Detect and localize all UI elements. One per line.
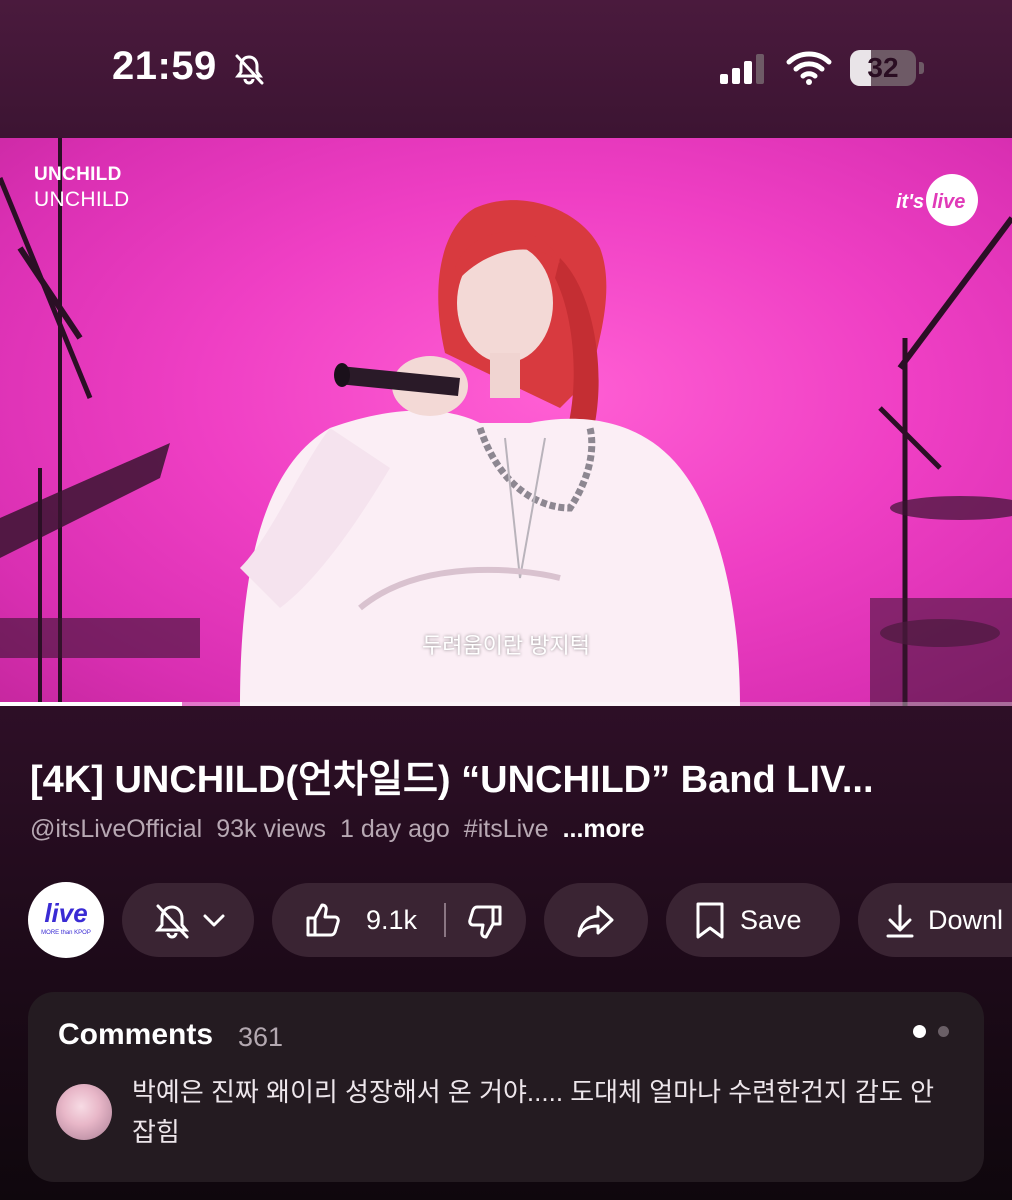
svg-text:live: live — [44, 898, 87, 928]
svg-text:it's: it's — [896, 191, 924, 213]
channel-avatar[interactable]: live MORE than KPOP — [28, 882, 104, 958]
video-progress-bar[interactable] — [0, 702, 1012, 706]
video-overlay-title: UNCHILD — [34, 188, 130, 211]
like-count: 9.1k — [366, 905, 418, 935]
bookmark-icon — [696, 902, 724, 939]
commenter-avatar[interactable] — [56, 1084, 112, 1140]
video-player[interactable]: UNCHILD UNCHILD it's live 두려움이란 방지턱 — [0, 138, 1012, 706]
video-overlay-title-bold: UNCHILD — [34, 164, 122, 185]
download-label: Downl — [928, 905, 1004, 935]
download-icon — [886, 904, 914, 938]
pager-dot — [938, 1026, 949, 1037]
status-bar: 21:59 32 — [0, 0, 1012, 138]
battery-percentage: 32 — [867, 52, 899, 83]
dislike-button[interactable] — [446, 883, 526, 957]
top-comment-text: 박예은 진짜 왜이리 성장해서 온 거야..... 도대체 얼마나 수련한건지 … — [132, 1077, 935, 1147]
channel-handle[interactable]: @itsLiveOfficial — [30, 815, 202, 843]
bell-off-icon — [154, 904, 190, 939]
view-count: 93k views — [216, 815, 326, 843]
notification-bell-button[interactable] — [122, 883, 254, 957]
upload-age: 1 day ago — [339, 815, 450, 843]
clock: 21:59 — [112, 44, 217, 88]
save-label: Save — [740, 905, 802, 935]
wifi-icon — [786, 51, 832, 85]
svg-text:live: live — [932, 191, 965, 213]
video-frame — [0, 138, 1012, 706]
save-button[interactable]: Save — [666, 883, 840, 957]
hashtag-link[interactable]: #itsLive — [464, 815, 549, 843]
video-subtitle: 두려움이란 방지턱 — [421, 633, 591, 658]
download-button[interactable]: Downl — [858, 883, 1012, 957]
battery-icon: 32 — [850, 50, 926, 86]
live-logo: live MORE than KPOP — [41, 898, 91, 936]
video-progress-fill — [0, 702, 183, 706]
pager-dot-active — [913, 1025, 926, 1038]
thumbs-up-icon — [306, 903, 340, 937]
like-button[interactable]: 9.1k — [272, 883, 444, 957]
chevron-down-icon — [203, 914, 225, 927]
share-icon — [577, 905, 614, 938]
thumbs-down-icon — [468, 905, 502, 939]
share-button[interactable] — [544, 883, 648, 957]
video-meta[interactable]: @itsLiveOfficial 93k views 1 day ago #itsLi… — [30, 815, 659, 844]
itslive-logo: it's live — [896, 174, 978, 226]
video-title[interactable]: [4K] UNCHILD(언차일드) “UNCHILD” Band LIV... — [30, 748, 990, 803]
comments-title: Comments — [58, 1018, 214, 1051]
signal-icon — [720, 54, 764, 84]
more-link[interactable]: ...more — [563, 815, 645, 843]
comments-panel[interactable]: Comments 361 박예은 진짜 왜이리 성장해서 온 거야..... 도… — [28, 992, 984, 1182]
comments-count: 361 — [238, 1022, 284, 1052]
like-dislike-group: 9.1k — [272, 883, 526, 957]
svg-text:MORE than KPOP: MORE than KPOP — [41, 930, 91, 936]
bell-off-icon — [235, 54, 264, 85]
